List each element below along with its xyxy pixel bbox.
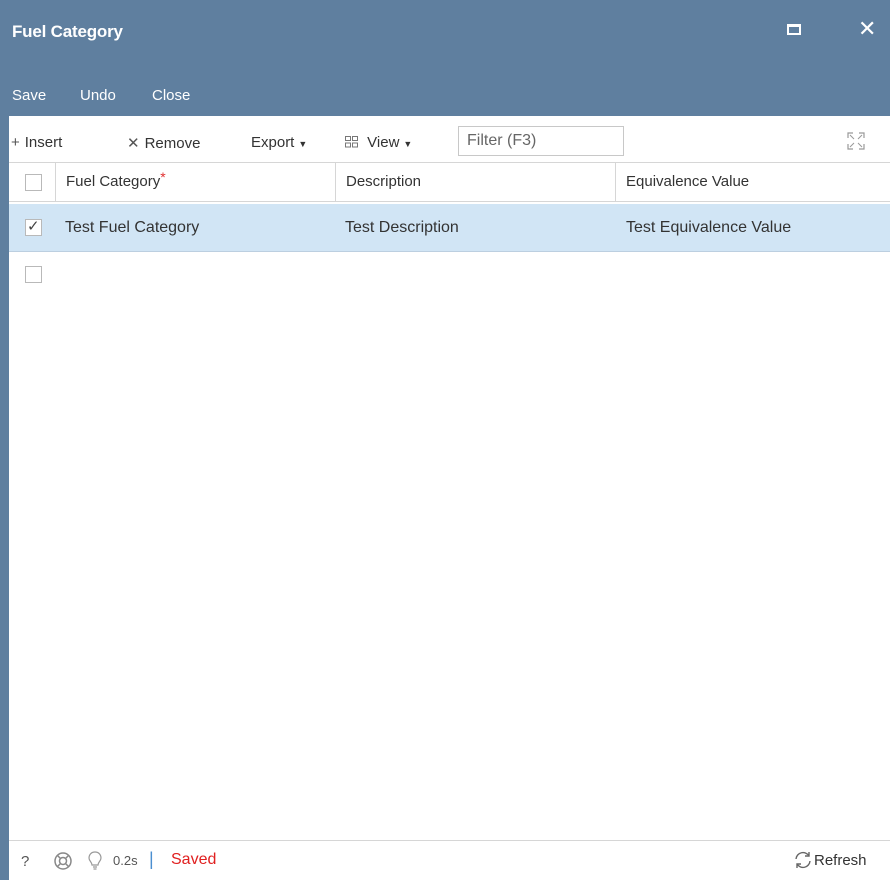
status-bar: ? 0.2s | Saved Refresh (9, 840, 890, 880)
table-row[interactable]: ✓ Test Fuel Category Test Description Te… (9, 204, 890, 252)
close-window-button[interactable]: ✕ (858, 17, 884, 43)
response-time: 0.2s (113, 853, 138, 868)
row-checkbox[interactable] (25, 266, 42, 283)
x-icon: ✕ (127, 135, 140, 152)
remove-button[interactable]: ✕ Remove (127, 134, 200, 152)
export-button[interactable]: Export ▼ (251, 134, 307, 151)
insert-button[interactable]: + Insert (11, 134, 62, 151)
column-header-fuel-category[interactable]: Fuel Category* (56, 163, 336, 201)
column-label: Description (346, 173, 422, 190)
undo-button[interactable]: Undo (80, 87, 116, 104)
refresh-button[interactable]: Refresh (792, 850, 867, 870)
caret-down-icon: ▼ (403, 139, 413, 149)
help-icon[interactable]: ? (21, 853, 29, 870)
cell-fuel-category[interactable]: Test Fuel Category (65, 204, 199, 252)
window-title: Fuel Category (12, 22, 123, 41)
grid-view-icon (345, 134, 362, 151)
status-separator: | (149, 849, 154, 869)
filter-input[interactable] (458, 126, 624, 156)
status-message: Saved (171, 851, 217, 868)
refresh-icon (795, 851, 811, 869)
column-header-description[interactable]: Description (336, 163, 616, 201)
grid-header: Fuel Category* Description Equivalence V… (9, 162, 890, 202)
expand-icon[interactable] (847, 132, 865, 150)
refresh-label: Refresh (814, 852, 867, 869)
select-all-cell (9, 163, 56, 201)
required-marker: * (160, 169, 166, 185)
maximize-icon (787, 24, 801, 35)
caret-down-icon: ▼ (298, 139, 308, 149)
menu-bar: Save Undo Close (0, 68, 890, 116)
plus-icon: + (11, 134, 20, 151)
view-button[interactable]: View ▼ (345, 134, 412, 151)
close-icon: ✕ (858, 16, 877, 41)
fuel-category-window: Fuel Category ✕ Save Undo Close + Insert … (0, 0, 890, 880)
insert-label: Insert (24, 134, 63, 151)
lightbulb-icon[interactable] (88, 851, 102, 874)
export-label: Export (251, 134, 295, 151)
column-label: Equivalence Value (626, 173, 750, 190)
save-button[interactable]: Save (12, 87, 46, 104)
title-bar: Fuel Category ✕ (0, 0, 890, 68)
select-all-checkbox[interactable] (25, 174, 42, 191)
column-label: Fuel Category (66, 173, 161, 190)
close-button[interactable]: Close (152, 87, 190, 104)
support-icon[interactable] (53, 851, 73, 874)
row-checkbox[interactable]: ✓ (25, 218, 42, 236)
remove-label: Remove (144, 135, 201, 152)
checkmark-icon: ✓ (27, 218, 40, 235)
table-row[interactable] (9, 253, 890, 301)
grid-toolbar: + Insert ✕ Remove Export ▼ View ▼ (9, 124, 890, 162)
maximize-button[interactable] (783, 18, 809, 44)
cell-equivalence-value[interactable]: Test Equivalence Value (626, 204, 791, 252)
view-label: View (367, 134, 400, 151)
column-header-equivalence-value[interactable]: Equivalence Value (616, 163, 890, 201)
cell-description[interactable]: Test Description (345, 204, 459, 252)
